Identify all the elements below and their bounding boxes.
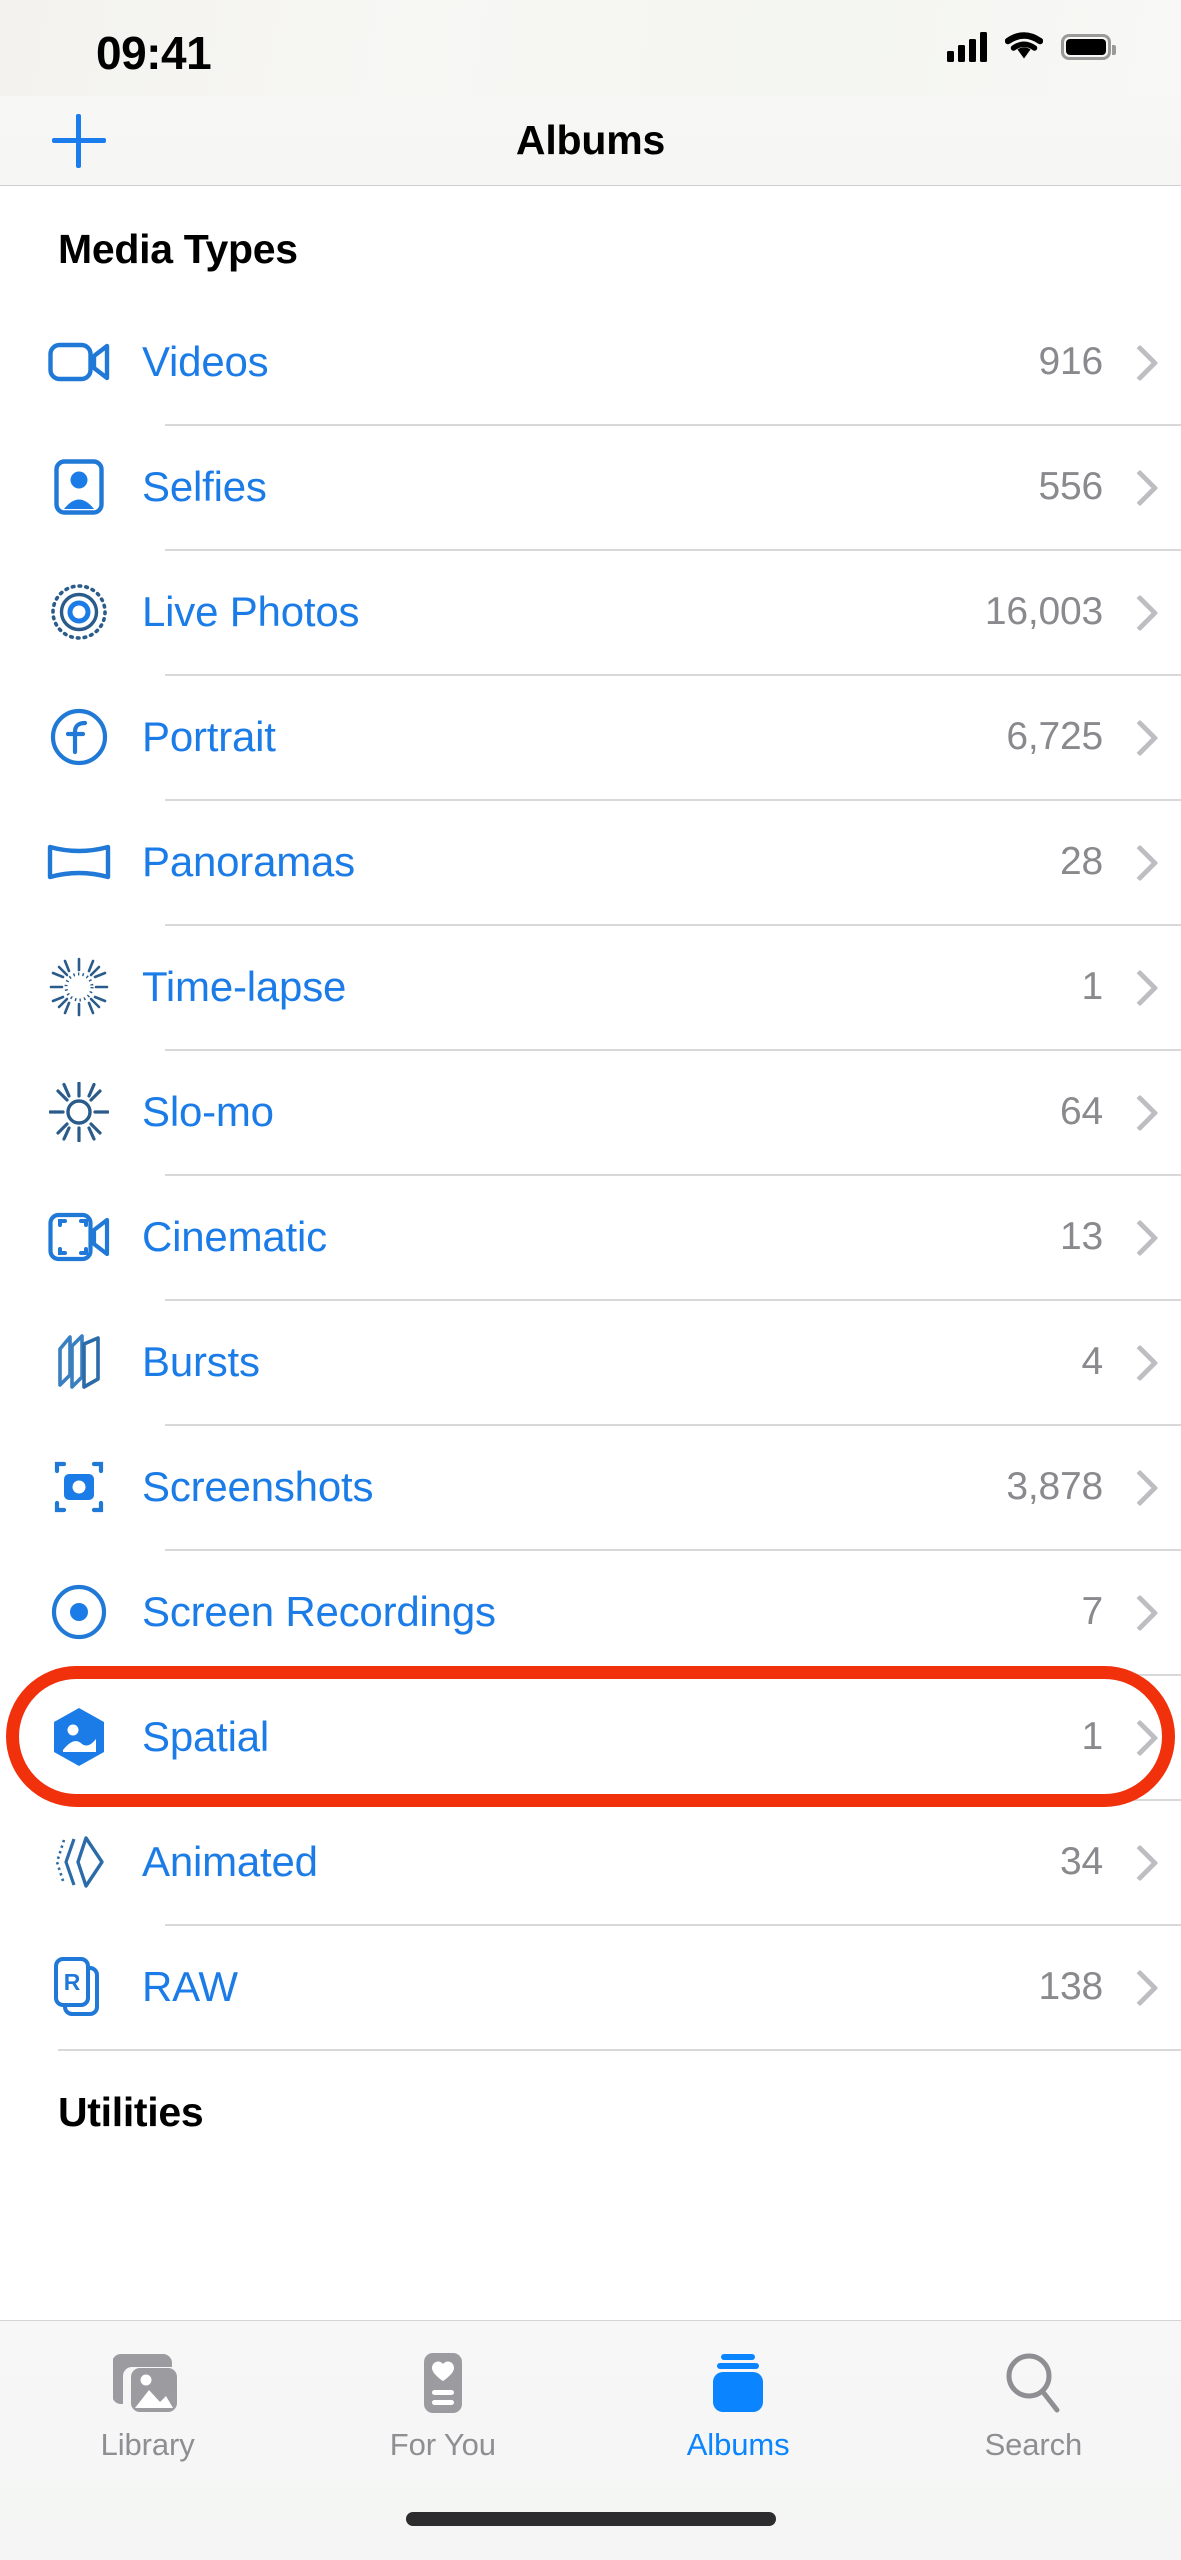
video-camera-icon (42, 325, 116, 399)
chevron-right-icon (1125, 1720, 1145, 1754)
animated-icon (42, 1825, 116, 1899)
albums-list[interactable]: Media Types Videos 916 Selfies 556 Live … (0, 186, 1181, 2320)
list-item-count: 1 (1081, 964, 1104, 1008)
list-item[interactable]: Portrait 6,725 (0, 674, 1181, 799)
wifi-icon (1005, 32, 1043, 59)
list-item-label: RAW (142, 1962, 238, 2010)
chevron-right-icon (1125, 720, 1145, 754)
tab-label: Search (984, 2427, 1083, 2462)
page-title: Albums (515, 117, 666, 163)
bursts-icon (42, 1325, 116, 1399)
list-item[interactable]: Selfies 556 (0, 424, 1181, 549)
status-bar-icons (947, 32, 1116, 62)
list-item-count: 13 (1060, 1214, 1103, 1258)
list-item-count: 28 (1060, 839, 1103, 883)
list-item-label: Cinematic (142, 1212, 327, 1260)
tab-library[interactable]: Library (0, 2347, 295, 2463)
list-item[interactable]: Screenshots 3,878 (0, 1424, 1181, 1549)
list-item[interactable]: Cinematic 13 (0, 1174, 1181, 1299)
list-item-count: 6,725 (1006, 714, 1103, 758)
list-item-label: Portrait (142, 712, 276, 760)
screenshot-icon (42, 1450, 116, 1524)
panorama-icon (42, 825, 116, 899)
spatial-icon (42, 1700, 116, 1774)
add-album-button[interactable] (52, 113, 106, 168)
list-item-spatial[interactable]: Spatial 1 (0, 1674, 1181, 1799)
list-item-label: Bursts (142, 1337, 260, 1385)
list-item-count: 556 (1038, 464, 1104, 508)
list-item-label: Animated (142, 1837, 318, 1885)
list-item[interactable]: Bursts 4 (0, 1299, 1181, 1424)
chevron-right-icon (1125, 970, 1145, 1004)
screen-recording-icon (42, 1575, 116, 1649)
chevron-right-icon (1125, 1095, 1145, 1129)
search-magnifier-icon (1001, 2347, 1065, 2419)
navigation-bar: Albums (0, 96, 1181, 186)
list-item-label: Panoramas (142, 837, 355, 885)
list-item-label: Slo-mo (142, 1087, 274, 1135)
list-item-label: Spatial (142, 1712, 270, 1760)
cellular-signal-icon (947, 32, 987, 62)
list-item-count: 34 (1060, 1839, 1103, 1883)
list-item-count: 16,003 (984, 589, 1103, 633)
list-item[interactable]: Slo-mo 64 (0, 1049, 1181, 1174)
for-you-card-icon (413, 2347, 473, 2419)
list-item-label: Time-lapse (142, 962, 347, 1010)
tab-search[interactable]: Search (886, 2347, 1181, 2463)
list-item-label: Selfies (142, 462, 267, 510)
chevron-right-icon (1125, 845, 1145, 879)
albums-stack-icon (705, 2347, 771, 2419)
list-item-count: 1 (1081, 1714, 1104, 1758)
list-item-label: Screenshots (142, 1462, 374, 1510)
chevron-right-icon (1125, 1845, 1145, 1879)
photos-albums-screen: 09:41 Albums Media Types Videos 916 Self… (0, 0, 1181, 2560)
home-indicator (405, 2512, 776, 2526)
media-types-rows: Videos 916 Selfies 556 Live Photos 16,00… (0, 299, 1181, 2049)
list-item[interactable]: Time-lapse 1 (0, 924, 1181, 1049)
list-item-count: 4 (1081, 1339, 1104, 1383)
raw-icon: R (42, 1950, 116, 2024)
tab-label: Library (100, 2427, 195, 2462)
tab-albums[interactable]: Albums (591, 2347, 886, 2463)
tab-bar: Library For You Albums Search (0, 2320, 1181, 2560)
section-header-utilities: Utilities (58, 2088, 204, 2135)
list-item-count: 64 (1060, 1089, 1103, 1133)
list-item[interactable]: Videos 916 (0, 299, 1181, 424)
list-item-count: 916 (1038, 339, 1104, 383)
chevron-right-icon (1125, 595, 1145, 629)
tab-label: Albums (686, 2427, 790, 2462)
live-photo-icon (42, 575, 116, 649)
chevron-right-icon (1125, 1220, 1145, 1254)
tab-for-you[interactable]: For You (295, 2347, 590, 2463)
library-photos-icon (112, 2347, 183, 2419)
tab-label: For You (389, 2427, 496, 2462)
chevron-right-icon (1125, 1470, 1145, 1504)
battery-icon (1061, 34, 1116, 60)
svg-text:R: R (64, 1969, 81, 1995)
list-item-count: 3,878 (1006, 1464, 1103, 1508)
status-bar-time: 09:41 (96, 27, 212, 79)
list-item[interactable]: R RAW 138 (0, 1924, 1181, 2049)
cinematic-icon (42, 1200, 116, 1274)
list-item-label: Videos (142, 337, 269, 385)
chevron-right-icon (1125, 1595, 1145, 1629)
list-item[interactable]: Panoramas 28 (0, 799, 1181, 924)
slomo-icon (42, 1075, 116, 1149)
person-portrait-icon (42, 450, 116, 524)
list-item-label: Screen Recordings (142, 1587, 496, 1635)
list-item-label: Live Photos (142, 587, 360, 635)
chevron-right-icon (1125, 1345, 1145, 1379)
f-aperture-icon (42, 700, 116, 774)
section-header-media-types: Media Types (58, 226, 298, 272)
list-item-count: 138 (1038, 1964, 1104, 2008)
list-item-count: 7 (1081, 1589, 1104, 1633)
chevron-right-icon (1125, 345, 1145, 379)
list-item[interactable]: Screen Recordings 7 (0, 1549, 1181, 1674)
chevron-right-icon (1125, 1970, 1145, 2004)
status-bar: 09:41 (0, 0, 1181, 96)
timelapse-icon (42, 950, 116, 1024)
list-item[interactable]: Animated 34 (0, 1799, 1181, 1924)
list-item[interactable]: Live Photos 16,003 (0, 549, 1181, 674)
chevron-right-icon (1125, 470, 1145, 504)
